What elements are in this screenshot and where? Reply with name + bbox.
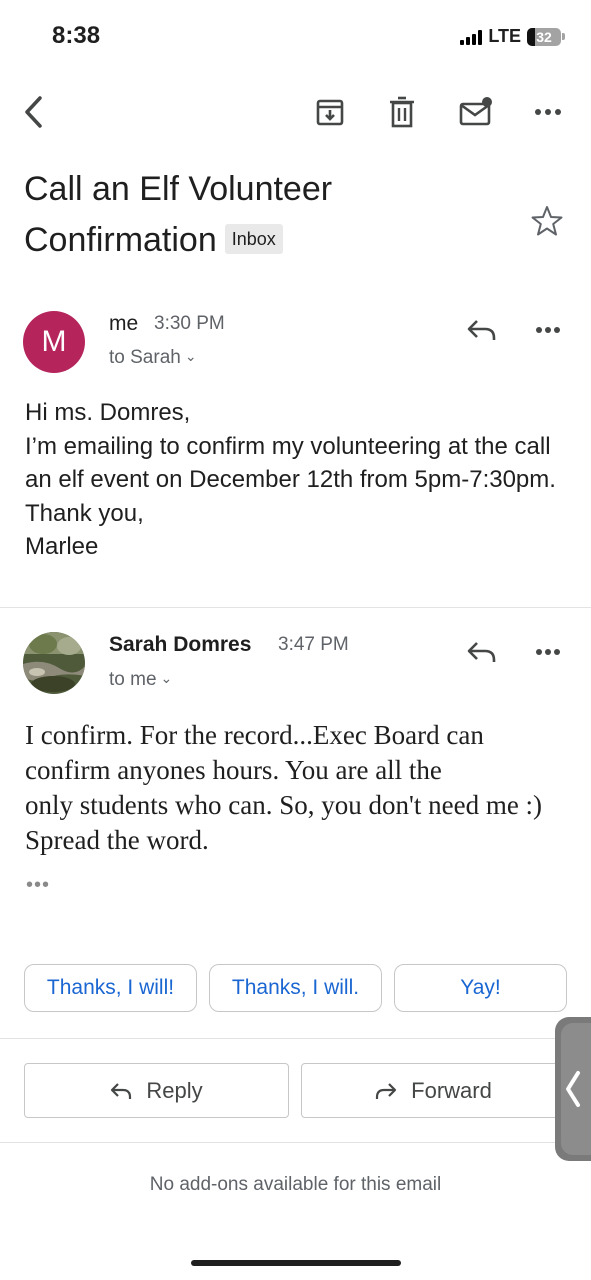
reply-icon xyxy=(467,320,496,340)
smart-reply-chip[interactable]: Thanks, I will. xyxy=(209,964,382,1012)
reply-icon xyxy=(111,1082,132,1099)
star-icon xyxy=(531,206,563,236)
more-options-button[interactable] xyxy=(528,92,568,132)
side-panel-handle[interactable] xyxy=(555,1017,591,1161)
avatar[interactable] xyxy=(23,632,85,694)
message-body: I confirm. For the record...Exec Board c… xyxy=(25,720,543,855)
inbox-label-badge[interactable]: Inbox xyxy=(224,224,283,254)
smart-reply-chip[interactable]: Thanks, I will! xyxy=(24,964,197,1012)
more-horizontal-icon xyxy=(535,109,561,115)
reply-icon xyxy=(467,642,496,662)
message-divider xyxy=(0,607,591,608)
reply-icon-button[interactable] xyxy=(462,310,502,350)
email-subject: Call an Elf Volunteer Confirmation Inbox xyxy=(24,164,494,266)
more-horizontal-icon xyxy=(536,649,560,655)
more-horizontal-icon xyxy=(536,327,560,333)
trash-icon xyxy=(390,96,414,128)
forward-button[interactable]: Forward xyxy=(301,1063,566,1118)
addons-message: No add-ons available for this email xyxy=(149,1174,442,1195)
reply-button[interactable]: Reply xyxy=(24,1063,289,1118)
recipient-toggle[interactable]: to me ⌄ xyxy=(109,669,172,691)
signal-icon xyxy=(460,29,483,45)
section-divider xyxy=(0,1038,591,1039)
message-more-button[interactable] xyxy=(528,632,568,672)
battery-icon: 32 xyxy=(527,27,561,46)
forward-icon xyxy=(376,1082,397,1099)
avatar[interactable]: M xyxy=(23,311,85,373)
mail-unread-icon xyxy=(459,97,492,126)
sender-name: me xyxy=(109,312,139,335)
recipient-label: to me xyxy=(109,669,157,690)
back-button[interactable] xyxy=(14,92,54,132)
message-time: 3:47 PM xyxy=(278,634,349,655)
archive-button[interactable] xyxy=(310,92,350,132)
home-indicator[interactable] xyxy=(191,1260,401,1266)
chevron-down-icon: ⌄ xyxy=(160,670,173,686)
chevron-left-icon xyxy=(25,96,42,128)
recipient-toggle[interactable]: to Sarah ⌄ xyxy=(109,347,197,369)
chevron-down-icon: ⌄ xyxy=(184,348,197,364)
section-divider xyxy=(0,1142,591,1143)
subject-title: Call an Elf Volunteer Confirmation xyxy=(24,170,333,259)
mark-unread-button[interactable] xyxy=(456,92,496,132)
smart-reply-chip[interactable]: Yay! xyxy=(394,964,567,1012)
message-time: 3:30 PM xyxy=(154,313,225,334)
message-body: Hi ms. Domres, I’m emailing to confirm m… xyxy=(25,399,556,560)
status-indicators: LTE 32 xyxy=(460,26,565,47)
delete-button[interactable] xyxy=(382,92,422,132)
network-label: LTE xyxy=(488,26,521,46)
forward-button-label: Forward xyxy=(411,1077,492,1103)
battery-tip xyxy=(562,33,565,40)
battery-level: 32 xyxy=(536,28,552,45)
message-more-button[interactable] xyxy=(528,310,568,350)
avatar-photo-image xyxy=(23,632,85,694)
archive-icon xyxy=(316,99,344,126)
show-trimmed-content-button[interactable]: ••• xyxy=(26,874,50,897)
email-screen: 8:38 LTE 32 Call an Elf Volunteer Confir… xyxy=(0,0,591,1280)
sender-name: Sarah Domres xyxy=(109,633,252,656)
star-button[interactable] xyxy=(530,204,564,243)
reply-button-label: Reply xyxy=(146,1077,203,1103)
chevron-left-icon xyxy=(566,1071,580,1107)
status-time: 8:38 xyxy=(52,22,101,49)
reply-icon-button[interactable] xyxy=(462,632,502,672)
recipient-label: to Sarah xyxy=(109,347,181,368)
